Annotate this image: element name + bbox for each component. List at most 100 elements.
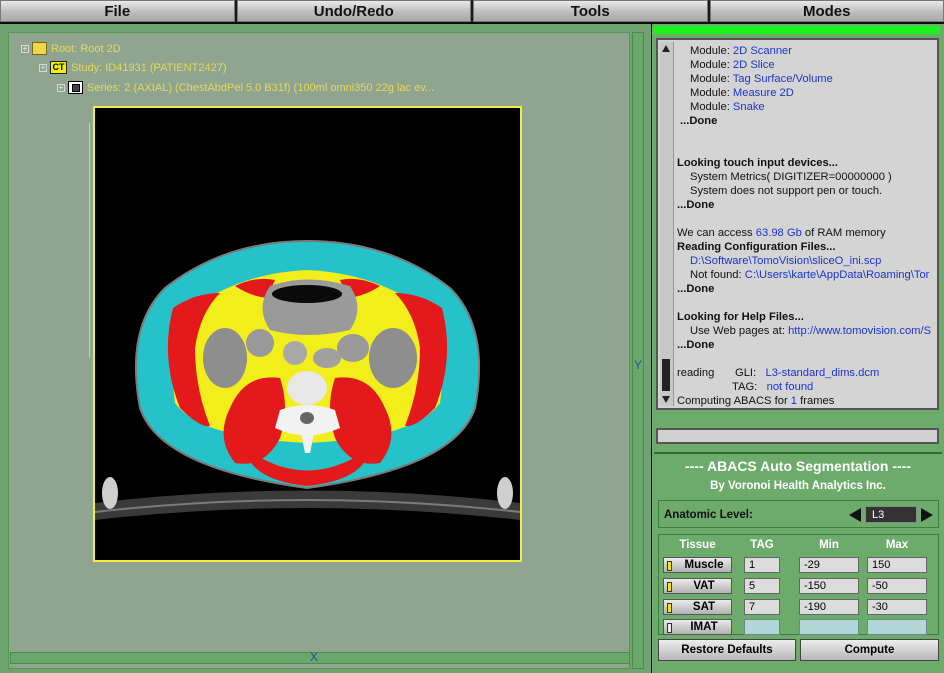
tissue-label: VAT	[693, 580, 715, 592]
y-scrollbar[interactable]	[632, 32, 644, 669]
toggle-indicator	[667, 561, 672, 571]
min-field-vat[interactable]: -150	[799, 578, 859, 594]
log-ram-line: We can access 63.98 Gb of RAM memory	[677, 227, 886, 239]
max-field-sat[interactable]: -30	[867, 599, 927, 615]
log-done: ...Done	[680, 115, 718, 127]
header-tag: TAG	[750, 539, 774, 551]
ct-segmentation-image	[94, 239, 521, 520]
toggle-indicator	[667, 582, 672, 592]
tissue-toggle-muscle[interactable]: Muscle	[663, 557, 732, 573]
scroll-up-icon[interactable]	[662, 45, 670, 52]
toggle-indicator	[667, 603, 672, 613]
bowel-left	[203, 328, 247, 388]
arm-right	[497, 477, 513, 509]
scroll-down-icon[interactable]	[662, 396, 670, 403]
abacs-subtitle: By Voronoi Health Analytics Inc.	[710, 480, 886, 492]
header-tissue: Tissue	[679, 539, 716, 551]
log-notfound-line: Not found: C:\Users\karte\AppData\Roamin…	[690, 269, 930, 281]
log-help-line: Use Web pages at: http://www.tomovision.…	[690, 325, 932, 337]
log-module-line: Module: Measure 2D	[690, 87, 794, 99]
tree-study-label: Study: ID41931 (PATIENT2427)	[71, 61, 227, 74]
series-icon	[68, 81, 83, 94]
anatomic-level-row: Anatomic Level: L3	[658, 500, 939, 528]
bowel-gas	[272, 285, 342, 303]
tissue-toggle-sat[interactable]: SAT	[663, 599, 732, 615]
abacs-panel: ---- ABACS Auto Segmentation ---- By Vor…	[654, 452, 942, 671]
log-help-header: Looking for Help Files...	[677, 311, 804, 323]
scroll-thumb[interactable]	[662, 359, 670, 391]
tissue-label: SAT	[692, 601, 716, 613]
tag-field-vat[interactable]: 5	[744, 578, 780, 594]
tag-field-muscle[interactable]: 1	[744, 557, 780, 573]
ct-image-frame[interactable]	[93, 106, 522, 562]
log-module-line: Module: 2D Slice	[690, 59, 775, 71]
log-done: ...Done	[677, 339, 715, 351]
tree-series[interactable]: + Series: 2 (AXIAL) (ChestAbdPel 5.0 B31…	[57, 81, 434, 94]
expand-icon[interactable]: +	[39, 63, 47, 72]
command-input[interactable]	[656, 428, 939, 444]
arrow-left-icon[interactable]	[849, 508, 861, 522]
menu-file[interactable]: File	[0, 0, 235, 22]
vena-cava	[313, 348, 341, 368]
log-computing-line: Computing ABACS for 1 frames	[677, 395, 835, 407]
log-touch-header: Looking touch input devices...	[677, 157, 838, 169]
right-panel: Module: 2D Scanner Module: 2D Slice Modu…	[652, 24, 944, 673]
aorta	[283, 341, 307, 365]
anatomic-level-label: Anatomic Level:	[664, 509, 753, 521]
log-gli-line: GLI: L3-standard_dims.dcm	[735, 367, 880, 379]
log-touch-line: System Metrics( DIGITIZER=00000000 )	[690, 171, 892, 183]
bowel-loop	[246, 329, 274, 357]
tissue-label: Muscle	[684, 559, 724, 571]
arrow-right-icon[interactable]	[921, 508, 933, 522]
arm-left	[102, 477, 118, 509]
menu-undo-redo[interactable]: Undo/Redo	[236, 0, 471, 22]
log-done: ...Done	[677, 199, 715, 211]
folder-icon	[32, 42, 47, 55]
tree-connector	[89, 123, 90, 358]
expand-icon[interactable]: +	[21, 44, 29, 53]
expand-icon[interactable]: +	[57, 83, 65, 92]
compute-button[interactable]: Compute	[800, 639, 939, 661]
progress-strip	[654, 26, 940, 34]
restore-defaults-button[interactable]: Restore Defaults	[658, 639, 796, 661]
header-min: Min	[819, 539, 839, 551]
min-field-muscle[interactable]: -29	[799, 557, 859, 573]
log-config-header: Reading Configuration Files...	[677, 241, 836, 253]
tissue-toggle-vat[interactable]: VAT	[663, 578, 732, 594]
log-content: Module: 2D Scanner Module: 2D Slice Modu…	[677, 42, 939, 408]
vertebral-body	[287, 371, 327, 405]
toggle-indicator	[667, 623, 672, 633]
max-field-imat[interactable]	[867, 619, 927, 635]
bowel-right	[369, 328, 417, 388]
tissue-label: IMAT	[690, 621, 718, 633]
tag-field-sat[interactable]: 7	[744, 599, 780, 615]
tissue-table: Tissue TAG Min Max Muscle 1 -29 150 VAT …	[658, 534, 939, 635]
viewport[interactable]: + Root: Root 2D + CT Study: ID41931 (PAT…	[8, 32, 630, 669]
log-reading-label: reading	[677, 367, 715, 379]
log-scrollbar[interactable]	[660, 42, 674, 406]
spinal-canal	[300, 412, 314, 424]
min-field-imat[interactable]	[799, 619, 859, 635]
tree-root[interactable]: + Root: Root 2D	[21, 42, 121, 55]
bowel-loop	[337, 334, 369, 362]
y-axis-label: Y	[633, 358, 642, 372]
menu-tools[interactable]: Tools	[473, 0, 708, 22]
log-module-line: Module: Snake	[690, 101, 765, 113]
tree-study[interactable]: + CT Study: ID41931 (PATIENT2427)	[39, 61, 227, 74]
tissue-toggle-imat[interactable]: IMAT	[663, 619, 732, 635]
min-field-sat[interactable]: -190	[799, 599, 859, 615]
menu-modes[interactable]: Modes	[709, 0, 944, 22]
x-scrollbar[interactable]	[10, 652, 630, 664]
anatomic-level-value[interactable]: L3	[865, 506, 917, 523]
abacs-title: ---- ABACS Auto Segmentation ----	[684, 458, 912, 474]
max-field-muscle[interactable]: 150	[867, 557, 927, 573]
log-tag-line: TAG: not found	[732, 381, 814, 393]
log-module-line: Module: Tag Surface/Volume	[690, 73, 833, 85]
menu-bar: File Undo/Redo Tools Modes	[0, 0, 944, 22]
tree-root-label: Root: Root 2D	[51, 42, 121, 55]
ct-study-icon: CT	[50, 61, 67, 74]
log-config-path: D:\Software\TomoVision\sliceO_ini.scp	[690, 255, 882, 267]
log-window[interactable]: Module: 2D Scanner Module: 2D Slice Modu…	[656, 38, 939, 410]
tag-field-imat[interactable]	[744, 619, 780, 635]
max-field-vat[interactable]: -50	[867, 578, 927, 594]
